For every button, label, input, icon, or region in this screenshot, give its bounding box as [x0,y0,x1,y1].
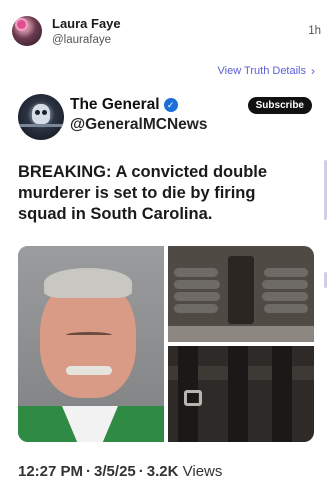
post-timestamp: 12:27 PM [18,463,84,480]
embedded-post-card[interactable]: The General ✓ @GeneralMCNews Subscribe B… [6,86,318,500]
post-date: 3/5/25 [94,463,136,480]
subscribe-button[interactable]: Subscribe [247,97,312,114]
author-name[interactable]: Laura Faye [52,16,121,31]
views-label: Views [182,463,223,480]
chevron-right-icon: › [311,64,315,78]
media-image-chamber[interactable] [168,246,314,342]
post-time: 1h [308,25,321,37]
author-avatar[interactable] [12,16,42,46]
media-image-portrait[interactable] [18,246,164,442]
view-truth-details-link[interactable]: View Truth Details › [218,64,315,78]
card-author-name-text: The General [70,96,160,113]
card-post-text: BREAKING: A convicted double murderer is… [18,163,268,223]
card-author-handle[interactable]: @GeneralMCNews [70,116,207,134]
scrollbar-thumb[interactable] [324,160,327,220]
card-avatar[interactable] [18,94,64,140]
media-grid[interactable] [18,246,314,442]
post-meta: 12:27 PM · 3/5/25 · 3.2K Views [18,463,223,480]
media-image-restraints[interactable] [168,346,314,442]
views-count: 3.2K [146,463,179,480]
author-handle[interactable]: @laurafaye [52,34,111,46]
card-author-name[interactable]: The General ✓ [70,96,178,114]
verified-badge-icon: ✓ [163,98,178,112]
view-truth-details-label: View Truth Details [217,65,306,77]
scrollbar-marker [324,272,327,288]
post-header: Laura Faye @laurafaye 1h [0,0,331,60]
